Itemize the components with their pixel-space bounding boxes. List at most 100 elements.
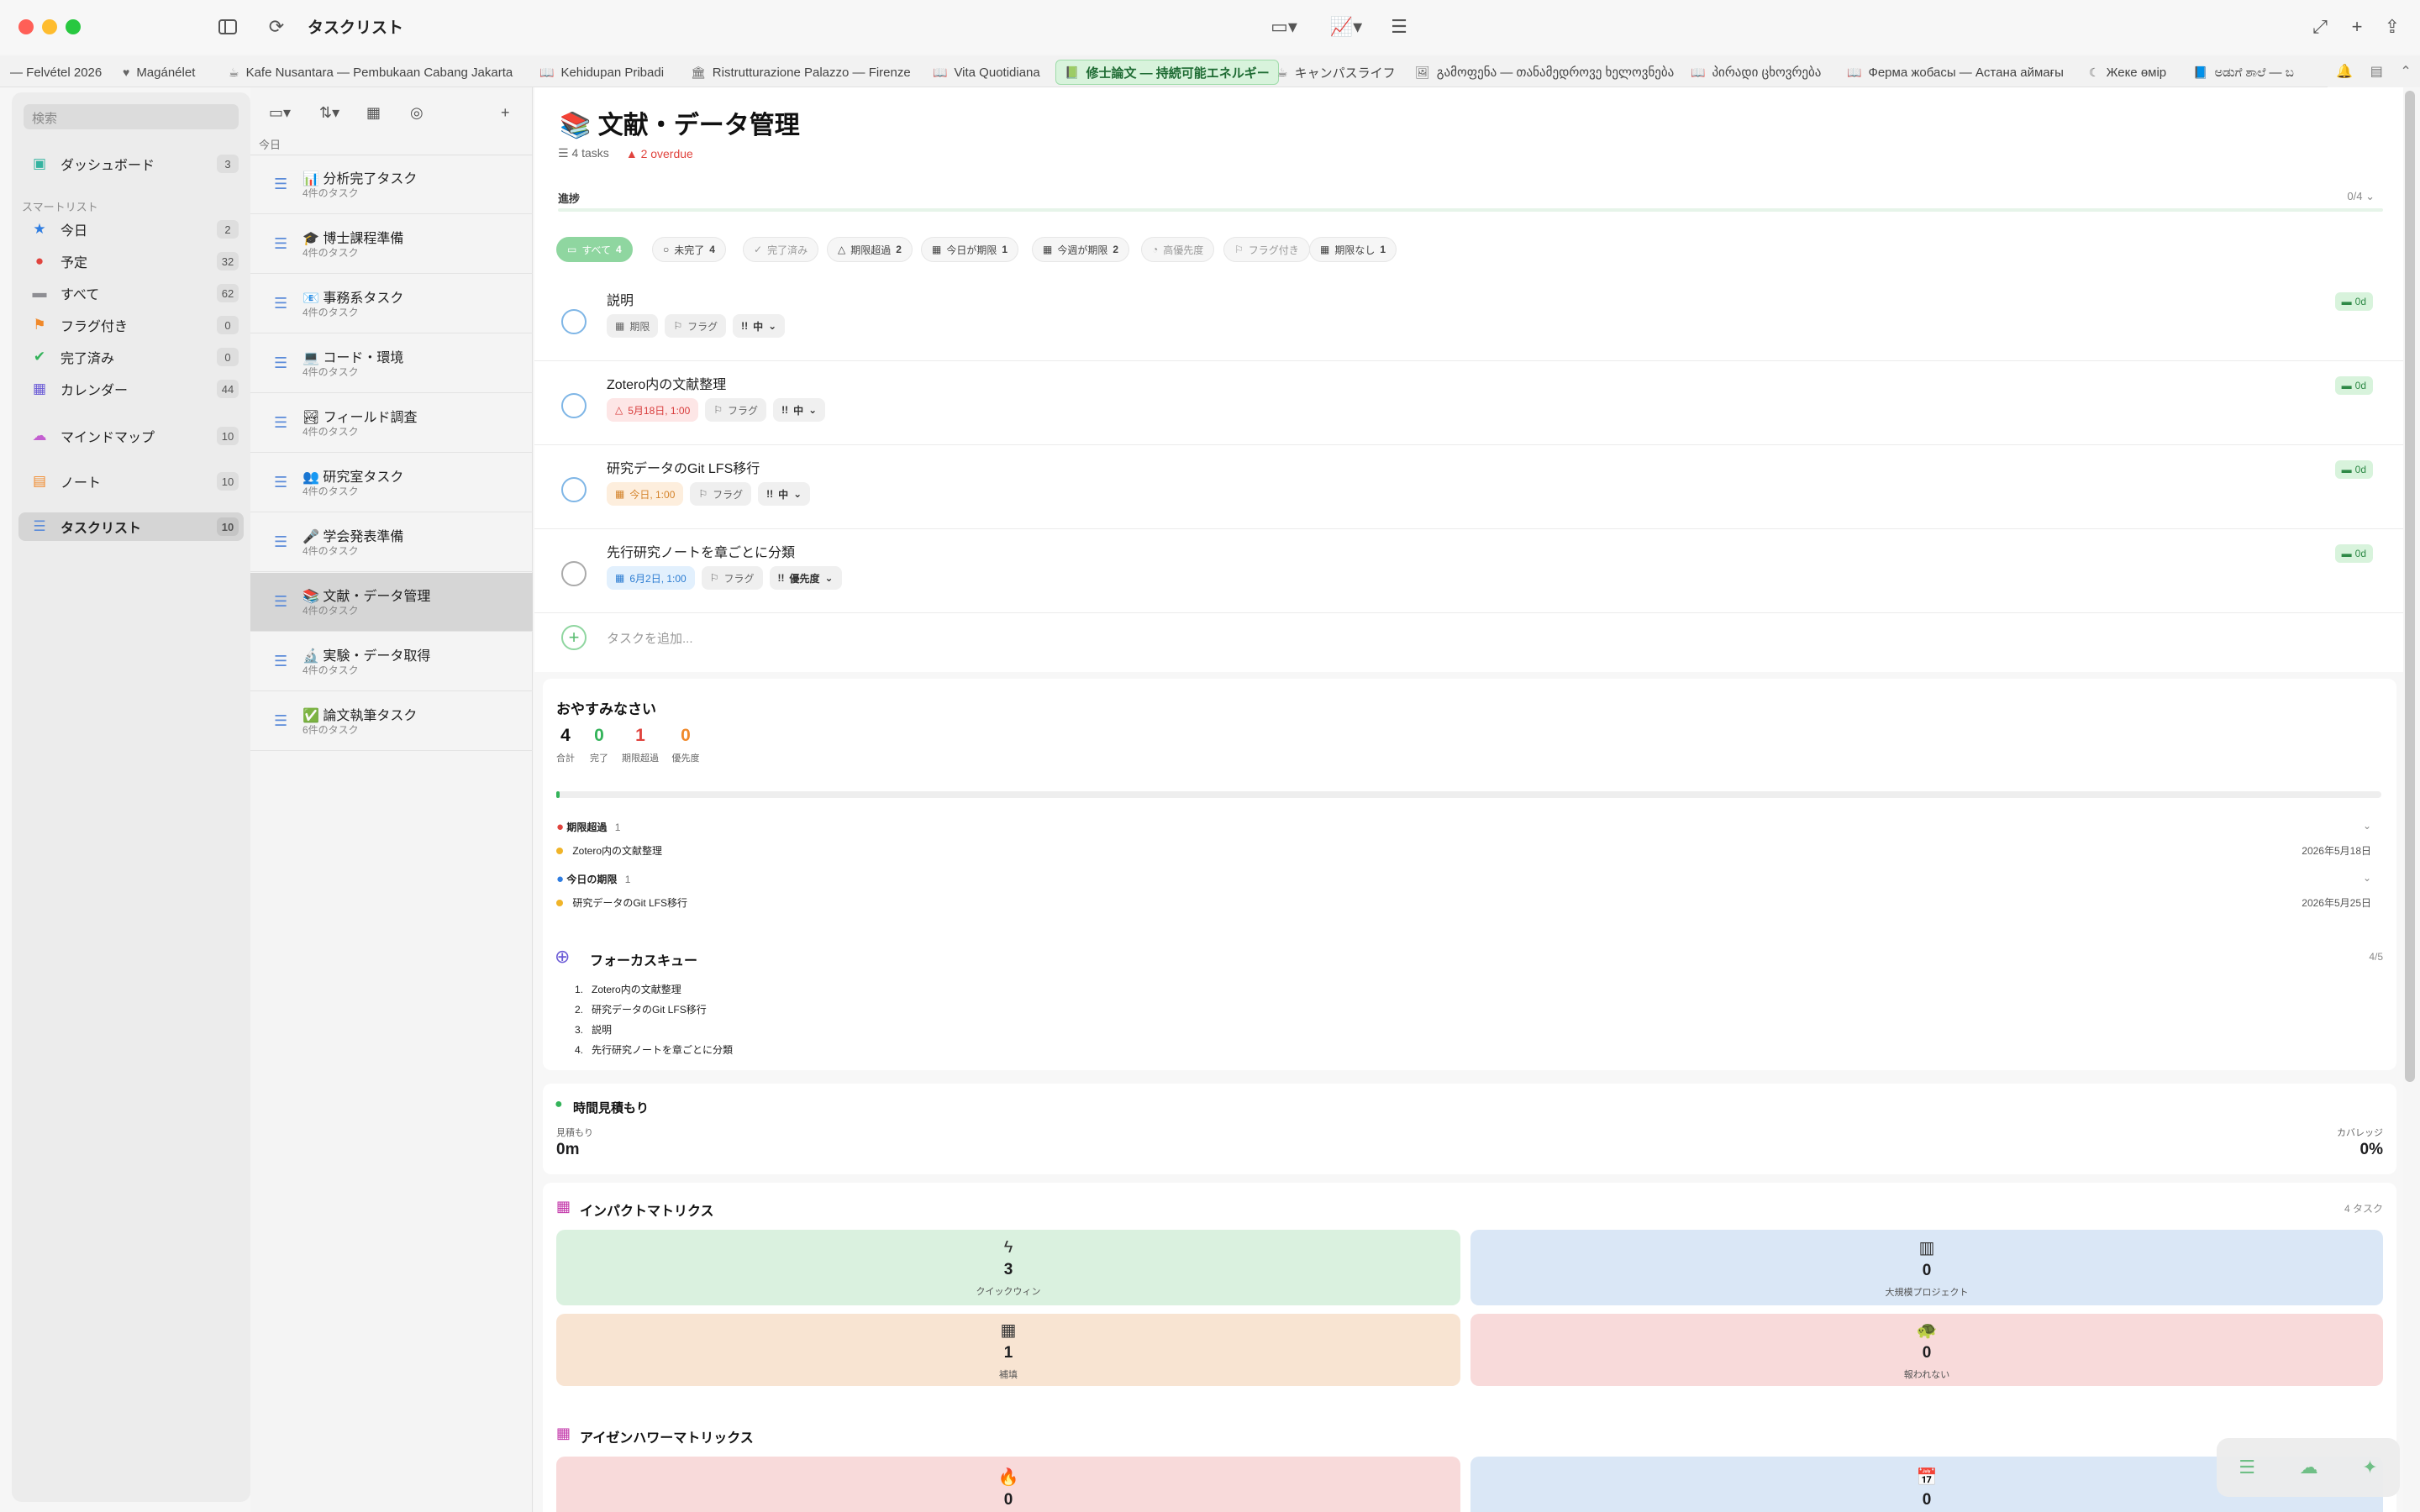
sidebar-item-scheduled[interactable]: ● 予定 32	[18, 247, 244, 276]
check-circle-icon[interactable]: ◎	[410, 104, 424, 122]
brain-icon[interactable]: ☁	[2300, 1457, 2318, 1478]
chevron-up-icon[interactable]: ⌃	[2400, 63, 2411, 80]
sidebar-toggle-icon[interactable]	[215, 12, 240, 42]
due-date-pill[interactable]: ▦ 今日, 1:00	[607, 482, 684, 506]
tab-item-active[interactable]: 📗 修士論文 — 持続可能エネルギー	[1055, 60, 1279, 85]
add-list-icon[interactable]: +	[501, 104, 510, 122]
flag-pill[interactable]: ⚐ フラグ	[690, 482, 752, 506]
quad-quick-win[interactable]: ϟ 3 クイックウィン	[556, 1230, 1460, 1305]
tab-item[interactable]: 📖 Kehidupan Pribadi	[531, 60, 672, 85]
flag-pill[interactable]: ⚐ フラグ	[701, 566, 763, 590]
sort-icon[interactable]: ⇅▾	[319, 104, 339, 122]
inbox-filter-icon[interactable]: ▭▾	[269, 104, 291, 122]
sidebar-item-completed[interactable]: ✔ 完了済み 0	[18, 343, 244, 371]
tab-item[interactable]: ☕ キャンパスライフ	[1269, 60, 1404, 85]
task-title[interactable]: 研究データのGit LFS移行	[607, 457, 760, 477]
filter-chip-due-today[interactable]: ▦ 今日が期限 1	[921, 237, 1019, 262]
quad-major-project[interactable]: ▥ 0 大規模プロジェクト	[1470, 1230, 2383, 1305]
add-task-input[interactable]: タスクを追加...	[607, 629, 693, 647]
focus-item[interactable]: 1. Zotero内の文献整理	[575, 979, 733, 1000]
panel-icon[interactable]: ▤	[2370, 63, 2383, 80]
task-checkbox[interactable]	[561, 309, 587, 334]
focus-item[interactable]: 4. 先行研究ノートを章ごとに分類	[575, 1040, 733, 1060]
sync-icon[interactable]: ⟳	[264, 12, 289, 42]
filter-chip-completed[interactable]: ✓ 完了済み	[743, 237, 819, 262]
add-task-row[interactable]: + タスクを追加...	[561, 625, 693, 650]
list-item[interactable]: ☰ ✅ 論文執筆タスク 6件のタスク	[250, 692, 533, 751]
bell-icon[interactable]: 🔔	[2336, 63, 2353, 80]
list-item[interactable]: ☰ 🏞 フィールド調査 4件のタスク	[250, 394, 533, 453]
magic-wand-icon[interactable]: ✦	[2362, 1457, 2377, 1478]
task-checkbox[interactable]	[561, 477, 587, 502]
chart-menu-icon[interactable]: 📈▾	[1326, 12, 1366, 42]
list-item[interactable]: ☰ 🎤 学会発表準備 4件のタスク	[250, 513, 533, 572]
priority-select[interactable]: !! 中 ⌄	[758, 482, 811, 506]
task-checkbox[interactable]	[561, 393, 587, 418]
filter-chip-no-due[interactable]: ▦ 期限なし 1	[1309, 237, 1397, 262]
tab-item[interactable]: 🖼 გამოფენა — თანამედროვე ხელოვნება	[1407, 60, 1682, 85]
focus-item[interactable]: 2. 研究データのGit LFS移行	[575, 1000, 733, 1020]
list-item-selected[interactable]: ☰ 📚 文献・データ管理 4件のタスク	[250, 573, 533, 632]
search-input[interactable]: 検索	[24, 104, 239, 129]
tab-item[interactable]: ☾ Жеке өмір	[2081, 60, 2175, 85]
overdue-group-header[interactable]: ● 期限超過 1 ⌄	[556, 820, 2371, 834]
due-date-pill[interactable]: ▦ 6月2日, 1:00	[607, 566, 695, 590]
minimize-window-button[interactable]	[42, 19, 57, 34]
tab-item[interactable]: ♥ Magánélet	[114, 60, 203, 85]
task-row[interactable]: 先行研究ノートを章ごとに分類 ▦ 6月2日, 1:00 ⚐ フラグ !! 優先度 ⌄…	[534, 529, 2403, 613]
focus-item[interactable]: 3. 説明	[575, 1020, 733, 1040]
list-item[interactable]: ☰ 💻 コード・環境 4件のタスク	[250, 334, 533, 393]
task-title[interactable]: Zotero内の文献整理	[607, 373, 726, 393]
task-title[interactable]: 説明	[607, 289, 634, 309]
sidebar-item-all[interactable]: ▬ すべて 62	[18, 279, 244, 307]
today-task-row[interactable]: 研究データのGit LFS移行 2026年5月25日	[556, 895, 2371, 910]
tab-item[interactable]: 🏛 Ristrutturazione Palazzo — Firenze	[682, 60, 919, 85]
list-item[interactable]: ☰ 📊 分析完了タスク 4件のタスク	[250, 155, 533, 214]
checklist-icon[interactable]: ☰	[2238, 1457, 2255, 1478]
tab-item[interactable]: 📖 Vita Quotidiana	[924, 60, 1049, 85]
priority-select[interactable]: !! 中 ⌄	[733, 314, 786, 338]
sidebar-item-tasklist[interactable]: ☰ タスクリスト 10	[18, 512, 244, 541]
filter-chip-flagged[interactable]: ⚐ フラグ付き	[1223, 237, 1310, 262]
today-group-header[interactable]: ● 今日の期限 1 ⌄	[556, 872, 2371, 886]
quad-urgent-important[interactable]: 🔥 0	[556, 1457, 1460, 1512]
share-icon[interactable]: ⇪	[2380, 12, 2405, 42]
tab-item[interactable]: — Felvétel 2026	[0, 60, 110, 85]
flag-pill[interactable]: ⚐ フラグ	[705, 398, 767, 422]
sidebar-item-flagged[interactable]: ⚑ フラグ付き 0	[18, 311, 244, 339]
layout-menu-icon[interactable]: ▭▾	[1264, 12, 1304, 42]
quad-fill-in[interactable]: ▦ 1 補填	[556, 1314, 1460, 1386]
list-item[interactable]: ☰ 🎓 博士課程準備 4件のタスク	[250, 215, 533, 274]
flag-pill[interactable]: ⚐ フラグ	[665, 314, 727, 338]
due-date-pill[interactable]: △ 5月18日, 1:00	[607, 398, 699, 422]
filter-chip-incomplete[interactable]: ○ 未完了 4	[652, 237, 726, 262]
tab-item[interactable]: ☕ Kafe Nusantara — Pembukaan Cabang Jakar…	[220, 60, 521, 85]
quad-thankless[interactable]: 🐢 0 報われない	[1470, 1314, 2383, 1386]
filter-chip-overdue[interactable]: △ 期限超過 2	[827, 237, 913, 262]
progress-value[interactable]: 0/4 ⌄	[2347, 190, 2375, 203]
filter-chip-high-priority[interactable]: ◔ 高優先度	[1141, 237, 1215, 262]
task-title[interactable]: 先行研究ノートを章ごとに分類	[607, 541, 795, 561]
sidebar-item-calendar[interactable]: ▦ カレンダー 44	[18, 375, 244, 403]
due-date-pill[interactable]: ▦ 期限	[607, 314, 659, 338]
task-row[interactable]: Zotero内の文献整理 △ 5月18日, 1:00 ⚐ フラグ !! 中 ⌄ ▬ 0…	[534, 361, 2403, 445]
filter-chip-due-week[interactable]: ▦ 今週が期限 2	[1032, 237, 1130, 262]
sidebar-item-mindmap[interactable]: ☁ マインドマップ 10	[18, 422, 244, 450]
priority-select[interactable]: !! 中 ⌄	[773, 398, 826, 422]
close-window-button[interactable]	[18, 19, 34, 34]
maximize-window-button[interactable]	[66, 19, 81, 34]
task-row[interactable]: 研究データのGit LFS移行 ▦ 今日, 1:00 ⚐ フラグ !! 中 ⌄ ▬ 0…	[534, 445, 2403, 529]
tab-item[interactable]: 📖 Ферма жобасы — Астана аймағы	[1839, 60, 2072, 85]
list-item[interactable]: ☰ 👥 研究室タスク 4件のタスク	[250, 454, 533, 512]
task-checkbox[interactable]	[561, 561, 587, 586]
plus-icon[interactable]: +	[561, 625, 587, 650]
tab-item[interactable]: 📘 ಅಡುಗೆ ಶಾಲೆ — ಬ	[2185, 60, 2302, 85]
sidebar-item-notes[interactable]: ▤ ノート 10	[18, 467, 244, 496]
expand-icon[interactable]: ⤢	[2307, 12, 2333, 42]
list-item[interactable]: ☰ 📧 事務系タスク 4件のタスク	[250, 275, 533, 333]
overdue-task-row[interactable]: Zotero内の文献整理 2026年5月18日	[556, 843, 2371, 858]
group-icon[interactable]: ▦	[366, 104, 381, 122]
task-row[interactable]: 説明 ▦ 期限 ⚐ フラグ !! 中 ⌄ ▬ 0d	[534, 277, 2403, 361]
settings-sliders-icon[interactable]: ☰	[1386, 12, 1412, 42]
priority-select[interactable]: !! 優先度 ⌄	[769, 566, 842, 590]
